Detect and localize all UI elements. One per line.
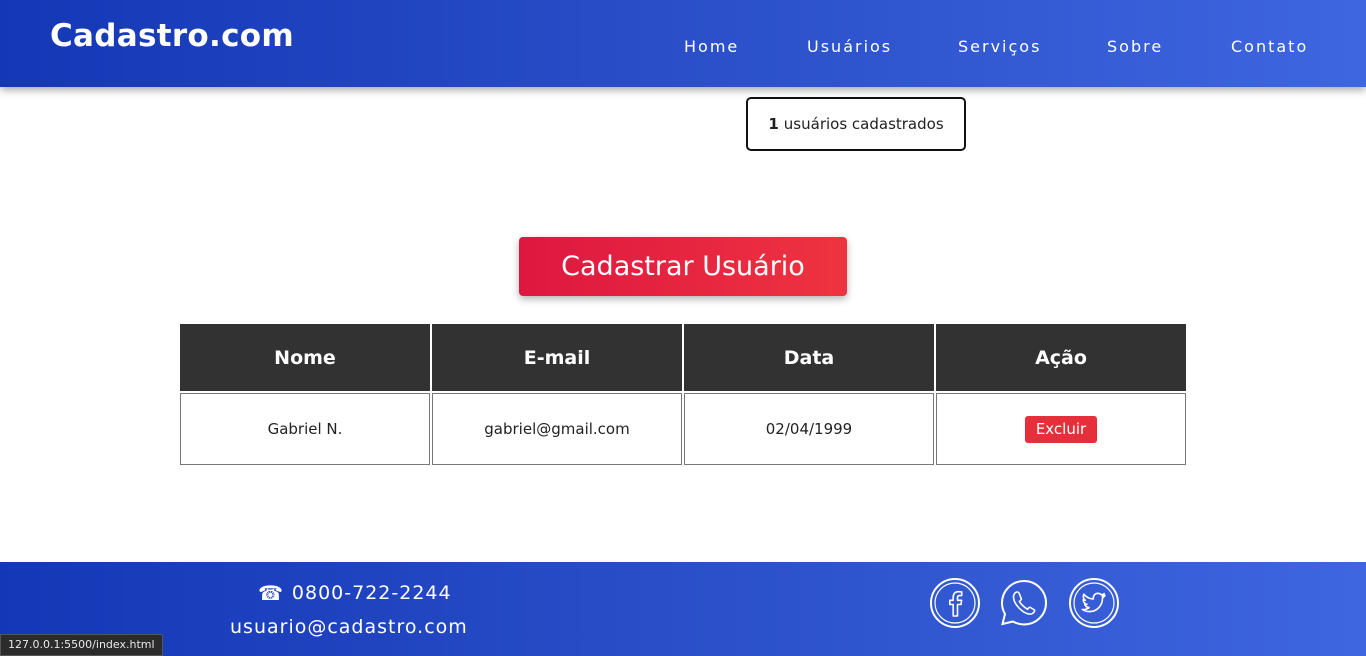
nav-sobre-link[interactable]: Sobre — [1107, 37, 1163, 56]
main-nav: Home Usuários Serviços Sobre Contato — [0, 37, 1366, 59]
excluir-button[interactable]: Excluir — [1025, 415, 1097, 443]
nav-contato-link[interactable]: Contato — [1231, 37, 1308, 56]
facebook-icon[interactable] — [929, 577, 981, 629]
user-count-box: 1 usuários cadastrados — [746, 97, 966, 151]
user-count-value: 1 — [768, 115, 779, 133]
header-acao: Ação — [936, 324, 1186, 391]
users-table: Nome E-mail Data Ação Gabriel N. gabriel… — [180, 324, 1186, 465]
header-email: E-mail — [432, 324, 682, 391]
cell-acao: Excluir — [936, 393, 1186, 465]
cell-data: 02/04/1999 — [684, 393, 934, 465]
twitter-icon[interactable] — [1068, 577, 1120, 629]
footer-phone: ☎ 0800-722-2244 — [258, 581, 452, 605]
whatsapp-icon[interactable] — [998, 577, 1050, 629]
table-header-row: Nome E-mail Data Ação — [180, 324, 1186, 391]
footer-phone-number: 0800-722-2244 — [291, 582, 452, 604]
cell-email: gabriel@gmail.com — [432, 393, 682, 465]
phone-icon: ☎ — [258, 581, 284, 605]
footer-email: usuario@cadastro.com — [230, 616, 468, 638]
browser-status-bar: 127.0.0.1:5500/index.html — [0, 634, 163, 656]
site-footer: ☎ 0800-722-2244 usuario@cadastro.com — [0, 562, 1366, 656]
cell-nome: Gabriel N. — [180, 393, 430, 465]
nav-usuarios-link[interactable]: Usuários — [807, 37, 892, 56]
cadastrar-usuario-button[interactable]: Cadastrar Usuário — [519, 237, 847, 296]
nav-home-link[interactable]: Home — [684, 37, 739, 56]
site-header: Cadastro.com Home Usuários Serviços Sobr… — [0, 0, 1366, 87]
nav-servicos-link[interactable]: Serviços — [958, 37, 1041, 56]
header-nome: Nome — [180, 324, 430, 391]
user-count-label: usuários cadastrados — [783, 115, 944, 133]
header-data: Data — [684, 324, 934, 391]
table-row: Gabriel N. gabriel@gmail.com 02/04/1999 … — [180, 393, 1186, 465]
